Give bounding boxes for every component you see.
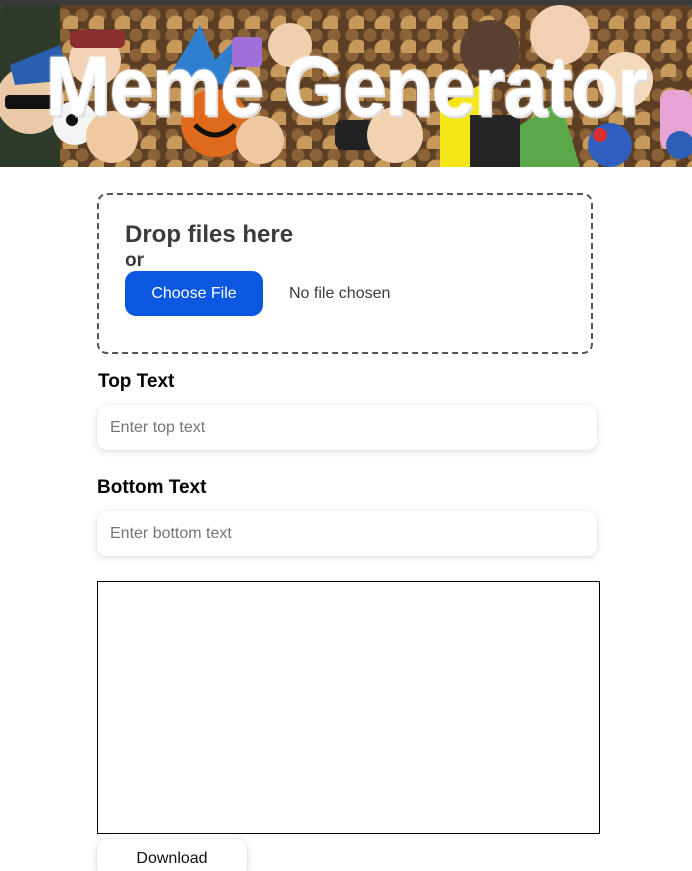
top-text-label: Top Text	[98, 371, 175, 392]
file-status-text: No file chosen	[289, 285, 391, 302]
top-text-input[interactable]	[97, 405, 597, 450]
file-drop-zone[interactable]: Drop files here or Choose File No file c…	[97, 193, 593, 354]
meme-generator-page: Meme Generator Drop files here or Choose…	[0, 5, 692, 871]
banner-image: Meme Generator	[0, 5, 692, 167]
drop-or-label: or	[125, 250, 144, 271]
choose-file-button[interactable]: Choose File	[125, 271, 263, 316]
drop-files-heading: Drop files here	[125, 221, 294, 248]
bottom-text-input[interactable]	[97, 511, 597, 556]
download-button[interactable]: Download	[97, 839, 247, 871]
meme-preview-canvas	[97, 581, 600, 834]
banner-title: Meme Generator	[45, 38, 648, 134]
bottom-text-label: Bottom Text	[97, 477, 207, 498]
